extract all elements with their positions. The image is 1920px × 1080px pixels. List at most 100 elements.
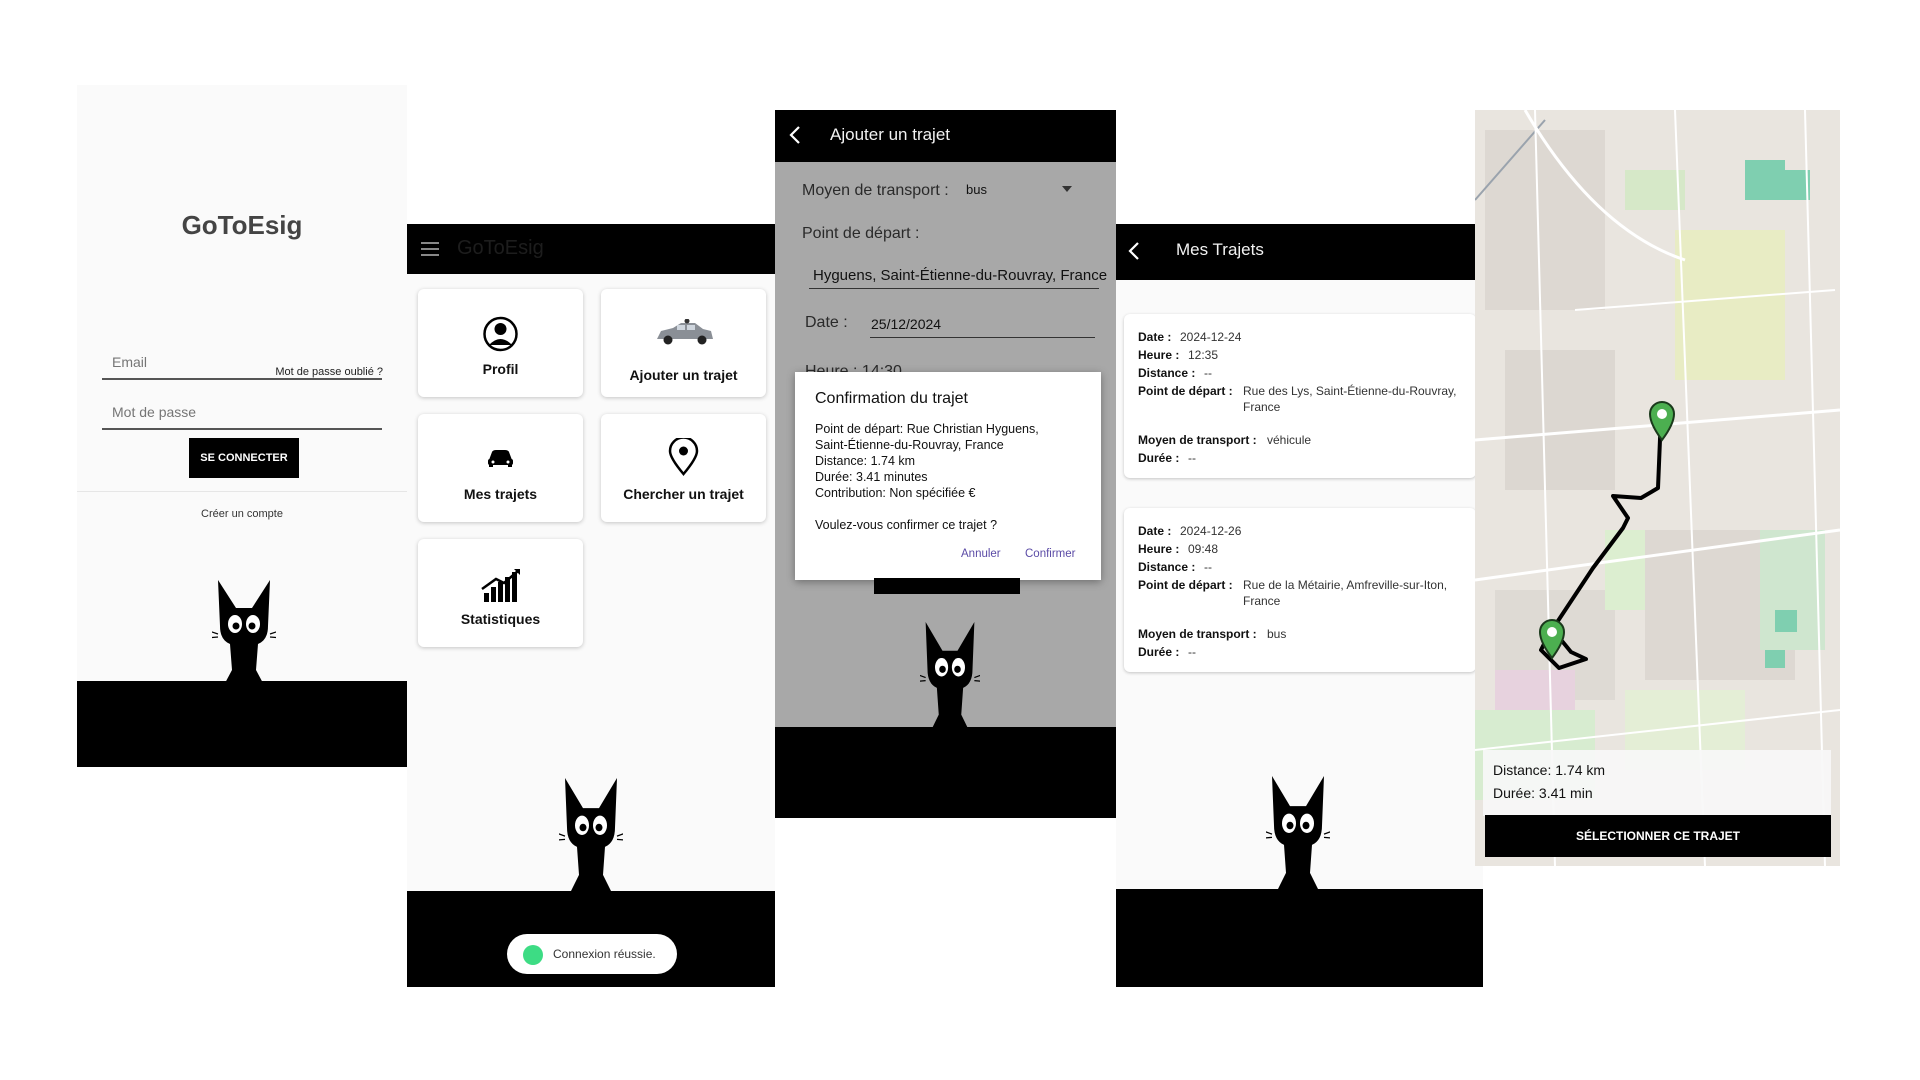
tile-label: Mes trajets xyxy=(463,486,538,502)
date-value: 2024-12-24 xyxy=(1180,330,1242,344)
my-trips-screen: Mes Trajets Date : 2024-12-24 Heure : 12… xyxy=(1116,224,1483,987)
distance-label: Distance : xyxy=(1138,366,1196,380)
hidden-submit-button xyxy=(874,578,1020,594)
departure-underline xyxy=(809,288,1099,289)
app-bar-title: GoToEsig xyxy=(457,237,544,259)
tile-statistiques[interactable]: Statistiques xyxy=(418,539,583,647)
tile-profil[interactable]: Profil xyxy=(418,289,583,397)
duration-value: -- xyxy=(1188,451,1196,465)
route-info-panel: Distance: 1.74 km Durée: 3.41 min xyxy=(1483,750,1831,816)
hour-label: Heure : xyxy=(1138,348,1180,362)
forgot-password-link[interactable]: Mot de passe oublié ? xyxy=(275,366,383,378)
date-label: Date : xyxy=(1138,330,1172,344)
dialog-question: Voulez-vous confirmer ce trajet ? xyxy=(815,518,998,532)
departure-label: Point de départ : xyxy=(1138,384,1233,398)
tile-ajouter-trajet[interactable]: Ajouter un trajet xyxy=(601,289,766,397)
transport-label: Moyen de transport : xyxy=(1138,627,1257,641)
password-input[interactable] xyxy=(102,400,382,424)
app-bar-title: Mes Trajets xyxy=(1176,240,1264,259)
departure-value-cont: France xyxy=(1243,400,1281,414)
toast-message: Connexion réussie. xyxy=(507,934,677,974)
divider xyxy=(77,491,407,492)
hour-label: Heure : xyxy=(1138,542,1180,556)
departure-value: Rue de la Métairie, Amfreville-sur-Iton, xyxy=(1243,578,1448,592)
transport-label: Moyen de transport : xyxy=(1138,433,1257,447)
distance-label: Distance : xyxy=(1138,560,1196,574)
tile-label: Chercher un trajet xyxy=(623,486,744,502)
departure-input[interactable]: Hyguens, Saint-Étienne-du-Rouvray, Franc… xyxy=(813,267,1107,284)
date-underline xyxy=(870,337,1095,338)
route-map-screen: Distance: 1.74 km Durée: 3.41 min SÉLECT… xyxy=(1475,110,1840,866)
login-screen: GoToEsig Mot de passe oublié ? SE CONNEC… xyxy=(77,85,407,767)
dialog-title: Confirmation du trajet xyxy=(815,390,968,407)
confirmation-dialog: Confirmation du trajet Point de départ: … xyxy=(795,372,1101,580)
app-bar: Ajouter un trajet xyxy=(775,110,1116,162)
duration-value: -- xyxy=(1188,645,1196,659)
app-bar: Mes Trajets xyxy=(1116,224,1483,280)
distance-value: -- xyxy=(1204,560,1212,574)
departure-label: Point de départ : xyxy=(802,225,920,242)
home-screen: GoToEsig Profil Ajouter un trajet Mes tr… xyxy=(407,224,775,987)
app-title: GoToEsig xyxy=(181,210,303,240)
tile-label: Statistiques xyxy=(460,611,541,627)
tile-mes-trajets[interactable]: Mes trajets xyxy=(418,414,583,522)
origin-pin-icon[interactable] xyxy=(1537,618,1567,660)
app-bar-title: Ajouter un trajet xyxy=(830,125,951,144)
departure-value: Rue des Lys, Saint-Étienne-du-Rouvray, xyxy=(1243,384,1457,398)
hamburger-menu-icon[interactable] xyxy=(421,240,441,258)
cat-mascot-icon xyxy=(559,778,623,891)
duration-label: Durée : xyxy=(1138,451,1180,465)
duration-label: Durée : xyxy=(1138,645,1180,659)
profile-icon xyxy=(483,316,518,352)
toast-text: Connexion réussie. xyxy=(553,947,656,961)
car-front-icon xyxy=(488,450,513,467)
app-bar: GoToEsig xyxy=(407,224,775,274)
route-distance: Distance: 1.74 km xyxy=(1493,762,1606,778)
transport-label: Moyen de transport : xyxy=(802,182,949,199)
date-label: Date : xyxy=(1138,524,1172,538)
date-value: 2024-12-26 xyxy=(1180,524,1242,538)
stats-icon xyxy=(481,569,520,602)
dropdown-arrow-icon[interactable] xyxy=(1062,186,1072,192)
departure-value-cont: France xyxy=(1243,594,1281,608)
transport-value: bus xyxy=(1267,627,1287,641)
transport-select[interactable]: bus xyxy=(966,182,987,197)
dialog-line: Distance: 1.74 km xyxy=(815,454,916,468)
hour-value: 09:48 xyxy=(1188,542,1219,556)
tile-chercher-trajet[interactable]: Chercher un trajet xyxy=(601,414,766,522)
ground-bar xyxy=(1116,889,1483,987)
trip-card[interactable]: Date : 2024-12-24 Heure : 12:35 Distance… xyxy=(1124,314,1476,478)
password-field[interactable] xyxy=(102,400,382,430)
date-input[interactable]: 25/12/2024 xyxy=(871,316,941,332)
date-label: Date : xyxy=(805,314,848,331)
location-pin-icon xyxy=(668,438,699,476)
route-duration: Durée: 3.41 min xyxy=(1493,785,1593,801)
transport-value: véhicule xyxy=(1267,433,1312,447)
trip-card[interactable]: Date : 2024-12-26 Heure : 09:48 Distance… xyxy=(1124,508,1476,672)
cancel-button[interactable]: Annuler xyxy=(961,548,1001,560)
login-button[interactable]: SE CONNECTER xyxy=(189,438,299,478)
create-account-link[interactable]: Créer un compte xyxy=(77,508,407,520)
back-arrow-icon[interactable] xyxy=(1124,240,1144,262)
distance-value: -- xyxy=(1204,366,1212,380)
departure-label: Point de départ : xyxy=(1138,578,1233,592)
dialog-line: Point de départ: Rue Christian Hyguens, xyxy=(815,422,1039,436)
dialog-line: Durée: 3.41 minutes xyxy=(815,470,928,484)
car-icon xyxy=(657,319,713,345)
confirm-button[interactable]: Confirmer xyxy=(1025,548,1075,560)
dialog-line: Saint-Étienne-du-Rouvray, France xyxy=(815,438,1004,452)
cat-mascot-icon xyxy=(1266,776,1330,889)
android-icon xyxy=(523,945,543,965)
tile-label: Ajouter un trajet xyxy=(629,367,738,383)
ground-bar xyxy=(77,681,407,767)
hour-value: 12:35 xyxy=(1188,348,1219,362)
select-route-button[interactable]: SÉLECTIONNER CE TRAJET xyxy=(1485,815,1831,857)
destination-pin-icon[interactable] xyxy=(1647,400,1677,442)
add-trip-screen: Ajouter un trajet Moyen de transport : b… xyxy=(775,110,1116,818)
tile-label: Profil xyxy=(482,361,519,377)
cat-mascot-icon xyxy=(212,580,276,685)
dialog-line: Contribution: Non spécifiée € xyxy=(815,486,976,500)
ground-bar xyxy=(775,727,1116,818)
cat-mascot-icon xyxy=(920,622,980,730)
back-arrow-icon[interactable] xyxy=(785,124,805,146)
